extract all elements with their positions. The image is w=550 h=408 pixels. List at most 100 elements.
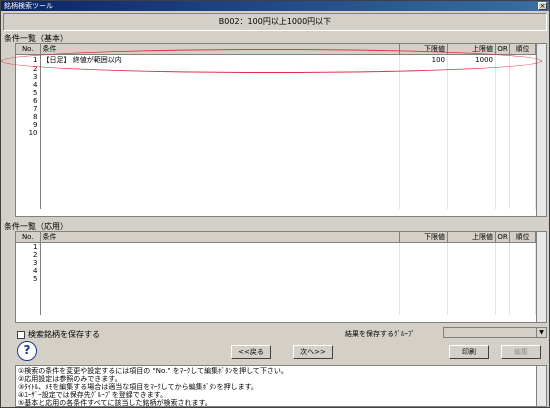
back-button[interactable]: <<戻る xyxy=(231,345,271,359)
col-order[interactable]: 順位 xyxy=(509,44,536,55)
chevron-down-icon[interactable]: ▼ xyxy=(536,328,546,337)
row-order xyxy=(509,161,536,169)
row-lower xyxy=(399,283,448,291)
table-row[interactable]: 2 xyxy=(16,251,546,259)
table-row[interactable] xyxy=(16,161,546,169)
col-upper[interactable]: 上限値 xyxy=(447,232,496,243)
row-condition xyxy=(40,105,400,113)
row-upper xyxy=(447,275,496,283)
table-row[interactable] xyxy=(16,177,546,185)
table-row[interactable]: 7 xyxy=(16,105,546,113)
row-upper xyxy=(447,145,496,153)
close-button[interactable]: × xyxy=(538,2,547,10)
row-order xyxy=(509,121,536,129)
row-condition xyxy=(40,267,400,275)
help-button[interactable]: ? xyxy=(17,341,37,361)
row-condition: 【日足】 終値が範囲以内 xyxy=(40,54,400,65)
table-row[interactable]: 3 xyxy=(16,73,546,81)
table-row[interactable]: 8 xyxy=(16,113,546,121)
print-button[interactable]: 印刷 xyxy=(449,345,489,359)
checkbox-box[interactable] xyxy=(17,330,25,339)
row-upper xyxy=(447,299,496,307)
row-no: 10 xyxy=(16,129,41,137)
table-row[interactable]: 4 xyxy=(16,267,546,275)
table-row[interactable]: 10 xyxy=(16,129,546,137)
row-condition xyxy=(40,291,400,299)
row-order xyxy=(509,153,536,161)
row-or xyxy=(495,185,510,193)
table-row[interactable]: 1 【日足】 終値が範囲以内 100 1000 xyxy=(16,54,546,65)
edit-button[interactable]: 編集 xyxy=(501,345,541,359)
row-or xyxy=(495,291,510,299)
table-row[interactable] xyxy=(16,299,546,307)
row-or xyxy=(495,275,510,283)
applied-conditions-grid[interactable]: No. 条件 下限値 上限値 OR 順位 12345 xyxy=(15,231,547,323)
row-lower xyxy=(399,89,448,97)
row-upper xyxy=(447,105,496,113)
table-row[interactable] xyxy=(16,137,546,145)
table-row[interactable] xyxy=(16,307,546,315)
next-button[interactable]: 次へ>> xyxy=(293,345,333,359)
save-group-select[interactable]: ▼ xyxy=(443,327,547,338)
table-row[interactable]: 1 xyxy=(16,242,546,251)
col-no[interactable]: No. xyxy=(16,232,41,243)
table-row[interactable]: 3 xyxy=(16,259,546,267)
row-condition xyxy=(40,89,400,97)
row-or xyxy=(495,161,510,169)
row-condition xyxy=(40,283,400,291)
table-row[interactable] xyxy=(16,169,546,177)
table-row[interactable]: 9 xyxy=(16,121,546,129)
row-upper xyxy=(447,97,496,105)
row-order xyxy=(509,251,536,259)
col-condition[interactable]: 条件 xyxy=(40,232,400,243)
row-no xyxy=(16,201,41,209)
row-lower xyxy=(399,169,448,177)
basic-grid-scrollbar[interactable] xyxy=(536,44,546,216)
basic-conditions-grid[interactable]: No. 条件 下限値 上限値 OR 順位 1 【日足】 終値が範囲以内 100 100… xyxy=(15,43,547,217)
applied-grid-scrollbar[interactable] xyxy=(536,232,546,322)
row-order xyxy=(509,259,536,267)
row-upper xyxy=(447,161,496,169)
row-or xyxy=(495,105,510,113)
col-or[interactable]: OR xyxy=(495,232,510,243)
row-or xyxy=(495,54,510,65)
table-row[interactable]: 6 xyxy=(16,97,546,105)
col-order[interactable]: 順位 xyxy=(509,232,536,243)
col-upper[interactable]: 上限値 xyxy=(447,44,496,55)
table-row[interactable]: 4 xyxy=(16,81,546,89)
table-row[interactable] xyxy=(16,145,546,153)
row-no xyxy=(16,161,41,169)
table-row[interactable] xyxy=(16,283,546,291)
row-order xyxy=(509,97,536,105)
row-lower xyxy=(399,267,448,275)
table-row[interactable] xyxy=(16,201,546,209)
col-condition[interactable]: 条件 xyxy=(40,44,400,55)
table-row[interactable] xyxy=(16,185,546,193)
row-or xyxy=(495,81,510,89)
table-row[interactable] xyxy=(16,153,546,161)
row-or xyxy=(495,201,510,209)
row-lower xyxy=(399,275,448,283)
table-row[interactable]: 2 xyxy=(16,65,546,73)
row-or xyxy=(495,113,510,121)
row-or xyxy=(495,169,510,177)
table-row[interactable] xyxy=(16,193,546,201)
col-no[interactable]: No. xyxy=(16,44,41,55)
col-or[interactable]: OR xyxy=(495,44,510,55)
row-lower xyxy=(399,251,448,259)
col-lower[interactable]: 下限値 xyxy=(399,232,448,243)
row-lower xyxy=(399,307,448,315)
col-lower[interactable]: 下限値 xyxy=(399,44,448,55)
row-or xyxy=(495,251,510,259)
row-upper xyxy=(447,73,496,81)
row-order xyxy=(509,89,536,97)
table-row[interactable] xyxy=(16,291,546,299)
notes-scrollbar[interactable] xyxy=(536,366,546,406)
row-upper xyxy=(447,283,496,291)
row-upper xyxy=(447,153,496,161)
save-results-checkbox[interactable]: 検索銘柄を保存する xyxy=(17,329,100,340)
row-order xyxy=(509,145,536,153)
table-row[interactable]: 5 xyxy=(16,275,546,283)
row-lower xyxy=(399,299,448,307)
table-row[interactable]: 5 xyxy=(16,89,546,97)
